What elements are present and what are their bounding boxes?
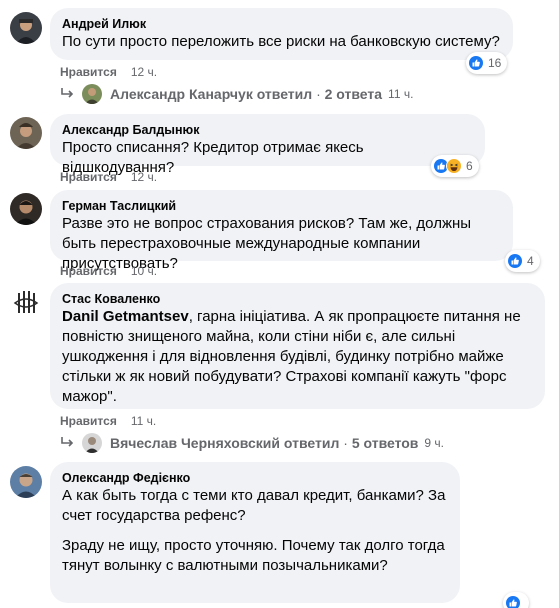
like-button[interactable]: Нравится <box>60 414 117 428</box>
like-icon <box>468 55 484 71</box>
comment-paragraph: Зраду не ищу, просто уточняю. Почему так… <box>62 537 445 574</box>
comment-text: Danil Getmantsev, гарна ініціатива. А як… <box>62 307 533 407</box>
comment-paragraph: А как быть тогда с теми кто давал кредит… <box>62 487 446 524</box>
reply-arrow-icon <box>61 88 74 98</box>
replies-link[interactable]: Вячеслав Черняховский ответил · 5 ответо… <box>60 432 444 454</box>
avatar <box>82 84 102 104</box>
reply-arrow-icon <box>61 437 74 447</box>
like-button[interactable]: Нравится <box>60 170 117 184</box>
comment-meta: Нравится 11 ч. <box>60 413 156 429</box>
reaction-number: 4 <box>527 254 534 268</box>
comment-author[interactable]: Стас Коваленко <box>62 291 533 307</box>
reply-verb: ответил <box>283 435 340 451</box>
comment-author[interactable]: Андрей Илюк <box>62 16 501 32</box>
comment-meta: Нравится 12 ч. <box>60 64 157 80</box>
avatar[interactable] <box>10 466 42 498</box>
reaction-count[interactable] <box>503 592 529 608</box>
reply-verb: ответил <box>256 86 313 102</box>
replies-link[interactable]: Александр Канарчук ответил · 2 ответа 11 … <box>60 83 413 105</box>
comment-bubble: Герман Таслицкий Разве это не вопрос стр… <box>50 190 513 272</box>
like-icon <box>507 253 523 269</box>
comment-timestamp[interactable]: 12 ч. <box>131 170 157 184</box>
reply-count: 5 ответов <box>351 435 419 451</box>
reply-timestamp: 9 ч. <box>424 436 445 450</box>
avatar[interactable] <box>10 12 42 44</box>
comment-timestamp[interactable]: 10 ч. <box>131 264 157 278</box>
comment-author[interactable]: Герман Таслицкий <box>62 198 501 214</box>
reaction-count[interactable]: 4 <box>505 250 540 272</box>
avatar[interactable] <box>10 193 42 225</box>
comment-bubble: Стас Коваленко Danil Getmantsev, гарна і… <box>50 283 545 409</box>
reply-author: Вячеслав Черняховский <box>110 435 281 451</box>
reaction-count[interactable]: 6 <box>431 155 479 177</box>
reply-timestamp: 11 ч. <box>388 87 414 101</box>
comment-text: А как быть тогда с теми кто давал кредит… <box>62 486 448 576</box>
separator: · <box>316 86 321 102</box>
comment-author[interactable]: Олександр Федієнко <box>62 470 448 486</box>
like-button[interactable]: Нравится <box>60 264 117 278</box>
reaction-number: 16 <box>488 56 502 70</box>
avatar <box>82 433 102 453</box>
haha-icon <box>446 158 462 174</box>
comment-timestamp[interactable]: 12 ч. <box>131 65 157 79</box>
comment-bubble: Андрей Илюк По сути просто переложить вс… <box>50 8 513 60</box>
mention-link[interactable]: Danil Getmantsev <box>62 308 189 325</box>
reaction-number: 6 <box>466 159 473 173</box>
comment-timestamp[interactable]: 11 ч. <box>131 414 156 428</box>
comment-text: По сути просто переложить все риски на б… <box>62 33 500 50</box>
avatar[interactable] <box>10 117 42 149</box>
comment-bubble: Александр Балдынюк Просто списання? Кред… <box>50 114 485 176</box>
comment-author[interactable]: Александр Балдынюк <box>62 122 473 138</box>
reply-count: 2 ответа <box>324 86 383 102</box>
separator: · <box>343 435 348 451</box>
reaction-count[interactable]: 16 <box>466 52 508 74</box>
comment-meta: Нравится 10 ч. <box>60 263 157 279</box>
like-button[interactable]: Нравится <box>60 65 117 79</box>
reply-author: Александр Канарчук <box>110 86 253 102</box>
like-icon <box>505 595 521 608</box>
comment-meta: Нравится 12 ч. <box>60 169 157 185</box>
comment-bubble: Олександр Федієнко А как быть тогда с те… <box>50 462 460 603</box>
avatar[interactable] <box>10 287 42 319</box>
